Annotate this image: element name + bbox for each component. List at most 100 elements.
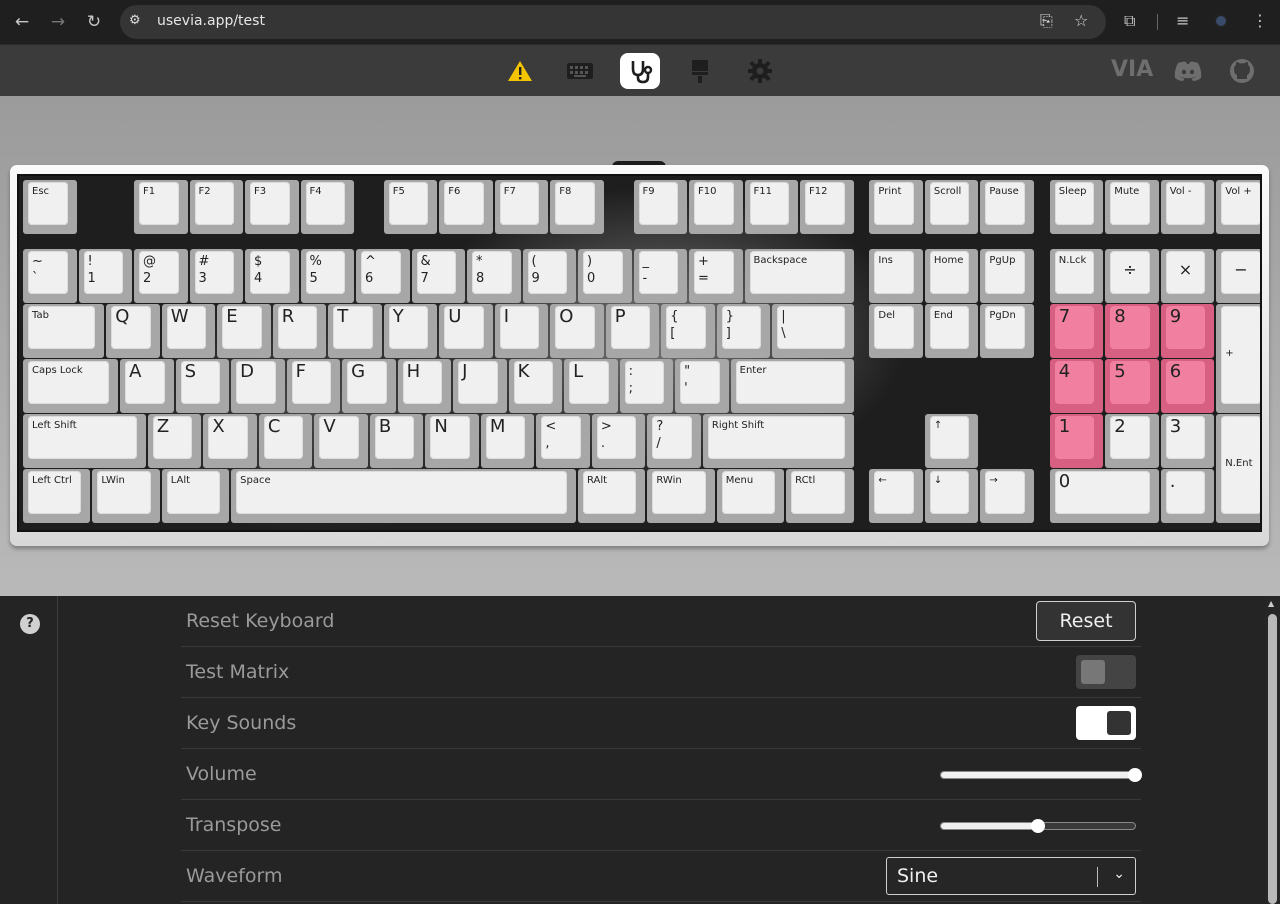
key-n.ent[interactable]: N.Ent xyxy=(1216,414,1260,523)
key-tab[interactable]: Tab xyxy=(23,304,105,358)
profile-avatar[interactable] xyxy=(1214,14,1228,28)
key-t[interactable]: T xyxy=(328,304,382,358)
via-logo[interactable]: VIA xyxy=(1111,57,1153,82)
key-caps-lock[interactable]: Caps Lock xyxy=(23,359,119,413)
key-space[interactable]: Space xyxy=(231,469,576,523)
key-`[interactable]: ~ ` xyxy=(23,249,77,303)
key-1[interactable]: ! 1 xyxy=(78,249,132,303)
key-/[interactable]: ? / xyxy=(647,414,701,468)
key-backspace[interactable]: Backspace xyxy=(744,249,854,303)
key-=[interactable]: + = xyxy=(689,249,743,303)
scrollbar[interactable]: ▲ xyxy=(1265,596,1280,904)
key-ralt[interactable]: RAlt xyxy=(578,469,646,523)
key-left-shift[interactable]: Left Shift xyxy=(23,414,146,468)
key-rwin[interactable]: RWin xyxy=(647,469,715,523)
key-sounds-toggle[interactable] xyxy=(1076,706,1136,740)
key-pause[interactable]: Pause xyxy=(980,180,1034,234)
key-ins[interactable]: Ins xyxy=(869,249,923,303)
key-\[interactable]: | \ xyxy=(772,304,854,358)
waveform-select[interactable]: Sine ⌄ xyxy=(886,857,1136,895)
key-5[interactable]: 5 xyxy=(1105,359,1159,413)
key-f5[interactable]: F5 xyxy=(383,180,438,234)
key-s[interactable]: S xyxy=(175,359,230,413)
key-8[interactable]: 8 xyxy=(1105,304,1159,358)
help-icon[interactable]: ? xyxy=(20,614,40,634)
key-f10[interactable]: F10 xyxy=(689,180,743,234)
key-menu[interactable]: Menu xyxy=(716,469,785,523)
slider-thumb[interactable] xyxy=(1031,819,1045,833)
key-b[interactable]: B xyxy=(369,414,424,468)
key-x[interactable]: X xyxy=(203,414,257,468)
key-9[interactable]: (9 xyxy=(522,249,576,303)
key-r[interactable]: R xyxy=(272,304,327,358)
key-i[interactable]: I xyxy=(494,304,549,358)
key-o[interactable]: O xyxy=(550,304,604,358)
kebab-menu-icon[interactable]: ⋮ xyxy=(1252,11,1268,30)
brush-icon[interactable] xyxy=(680,53,720,89)
site-info-icon[interactable]: ⚙ xyxy=(129,13,141,28)
key-esc[interactable]: Esc xyxy=(23,180,77,234)
key-↓[interactable]: ↓ xyxy=(924,469,979,523)
key-3[interactable]: 3 xyxy=(1160,414,1215,468)
key-f7[interactable]: F7 xyxy=(494,180,549,234)
key-'[interactable]: " ' xyxy=(675,359,729,413)
key-enter[interactable]: Enter xyxy=(730,359,854,413)
volume-slider[interactable] xyxy=(940,768,1142,782)
key-;[interactable]: :; xyxy=(619,359,674,413)
gear-icon[interactable] xyxy=(740,53,780,89)
test-matrix-toggle[interactable] xyxy=(1076,655,1136,689)
scroll-up-icon[interactable]: ▲ xyxy=(1268,599,1274,608)
key-1[interactable]: 1 xyxy=(1049,414,1104,468)
key-×[interactable]: × xyxy=(1160,249,1215,303)
key-e[interactable]: E xyxy=(217,304,271,358)
reset-button[interactable]: Reset xyxy=(1036,601,1136,641)
address-bar[interactable]: ⚙ usevia.app/test ⎘ ☆ xyxy=(120,5,1106,39)
key-sleep[interactable]: Sleep xyxy=(1049,180,1104,234)
key-+[interactable]: + xyxy=(1216,304,1260,413)
key-0[interactable]: ) 0 xyxy=(578,249,632,303)
key-home[interactable]: Home xyxy=(924,249,979,303)
install-icon[interactable]: ⎘ xyxy=(1040,11,1053,31)
key-m[interactable]: M xyxy=(480,414,535,468)
key-vol-+[interactable]: Vol + xyxy=(1216,180,1260,234)
key-0[interactable]: 0 xyxy=(1049,469,1159,523)
key-f9[interactable]: F9 xyxy=(633,180,687,234)
key-2[interactable]: 2 xyxy=(1105,414,1159,468)
key-↑[interactable]: ↑ xyxy=(924,414,979,468)
extensions-icon[interactable]: ⧉ xyxy=(1124,11,1135,31)
key-5[interactable]: % 5 xyxy=(300,249,354,303)
key-2[interactable]: @2 xyxy=(134,249,188,303)
key-4[interactable]: 4 xyxy=(1049,359,1104,413)
stethoscope-icon[interactable] xyxy=(620,53,660,89)
key-f6[interactable]: F6 xyxy=(439,180,493,234)
key-left-ctrl[interactable]: Left Ctrl xyxy=(23,469,91,523)
key-f[interactable]: F xyxy=(286,359,341,413)
key-6[interactable]: 6 xyxy=(1160,359,1215,413)
key-end[interactable]: End xyxy=(924,304,979,358)
key-print[interactable]: Print xyxy=(869,180,923,234)
key-f3[interactable]: F3 xyxy=(245,180,299,234)
key-j[interactable]: J xyxy=(453,359,507,413)
key-→[interactable]: → xyxy=(980,469,1034,523)
key-del[interactable]: Del xyxy=(869,304,923,358)
key-l[interactable]: L xyxy=(564,359,618,413)
transpose-slider[interactable] xyxy=(940,819,1136,833)
key-mute[interactable]: Mute xyxy=(1105,180,1159,234)
key-w[interactable]: W xyxy=(161,304,216,358)
key-8[interactable]: * 8 xyxy=(467,249,521,303)
key-6[interactable]: ^ 6 xyxy=(356,249,410,303)
key-c[interactable]: C xyxy=(258,414,313,468)
scroll-thumb[interactable] xyxy=(1268,614,1277,904)
discord-icon[interactable] xyxy=(1168,53,1208,89)
key-,[interactable]: <, xyxy=(536,414,590,468)
key-k[interactable]: K xyxy=(508,359,563,413)
key-u[interactable]: U xyxy=(439,304,493,358)
media-icon[interactable]: ≡ xyxy=(1176,11,1189,30)
key-pgup[interactable]: PgUp xyxy=(980,249,1034,303)
key-v[interactable]: V xyxy=(314,414,368,468)
key-f11[interactable]: F11 xyxy=(744,180,798,234)
key-÷[interactable]: ÷ xyxy=(1105,249,1159,303)
key-n[interactable]: N xyxy=(425,414,479,468)
key-rctl[interactable]: RCtl xyxy=(786,469,854,523)
reload-icon[interactable]: ↻ xyxy=(82,10,106,34)
